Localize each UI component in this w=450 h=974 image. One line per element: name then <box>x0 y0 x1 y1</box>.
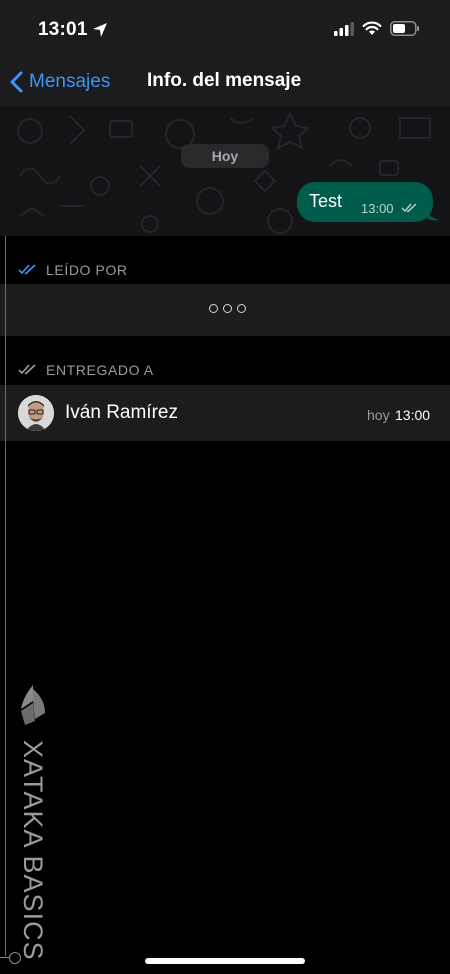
read-by-title: LEÍDO POR <box>46 262 128 278</box>
delivered-time: 13:00 <box>395 407 431 423</box>
gray-double-check-icon <box>18 364 36 375</box>
dot <box>237 304 246 313</box>
delivered-to-header: ENTREGADO A <box>0 336 450 384</box>
avatar <box>18 395 54 431</box>
read-by-header: LEÍDO POR <box>0 236 450 284</box>
battery-icon <box>390 21 419 36</box>
double-check-icon <box>401 203 417 213</box>
status-bar: 13:01 <box>0 0 450 58</box>
cellular-signal-icon <box>334 21 354 36</box>
xataka-logo-icon <box>21 685 45 725</box>
status-time: 13:01 <box>38 19 88 40</box>
location-arrow-icon <box>93 23 107 37</box>
chevron-left-icon <box>10 71 23 93</box>
message-time: 13:00 <box>361 201 394 216</box>
message-bubble[interactable]: Test 13:00 <box>297 182 433 222</box>
watermark-text: XATAKA BASICS <box>18 740 48 961</box>
loading-dots <box>209 304 246 313</box>
chat-preview: Hoy Test 13:00 <box>0 106 450 236</box>
contact-name: Iván Ramírez <box>65 402 178 423</box>
message-text: Test <box>309 191 343 211</box>
blue-double-check-icon <box>18 264 36 275</box>
navigation-bar: Mensajes Info. del mensaje <box>0 58 450 106</box>
dot <box>209 304 218 313</box>
home-indicator[interactable] <box>145 958 305 964</box>
contact-row[interactable]: Iván Ramírez hoy 13:00 <box>0 385 450 441</box>
delivered-day: hoy <box>367 407 390 423</box>
date-separator: Hoy <box>181 144 269 168</box>
bubble-tail <box>424 206 440 221</box>
page-title: Info. del mensaje <box>147 70 302 91</box>
read-by-row <box>0 284 450 336</box>
dot <box>223 304 232 313</box>
delivered-to-title: ENTREGADO A <box>46 362 154 378</box>
left-rail-line <box>5 236 6 956</box>
wifi-icon <box>362 21 382 35</box>
back-label: Mensajes <box>29 71 111 92</box>
back-button[interactable]: Mensajes <box>10 66 110 98</box>
